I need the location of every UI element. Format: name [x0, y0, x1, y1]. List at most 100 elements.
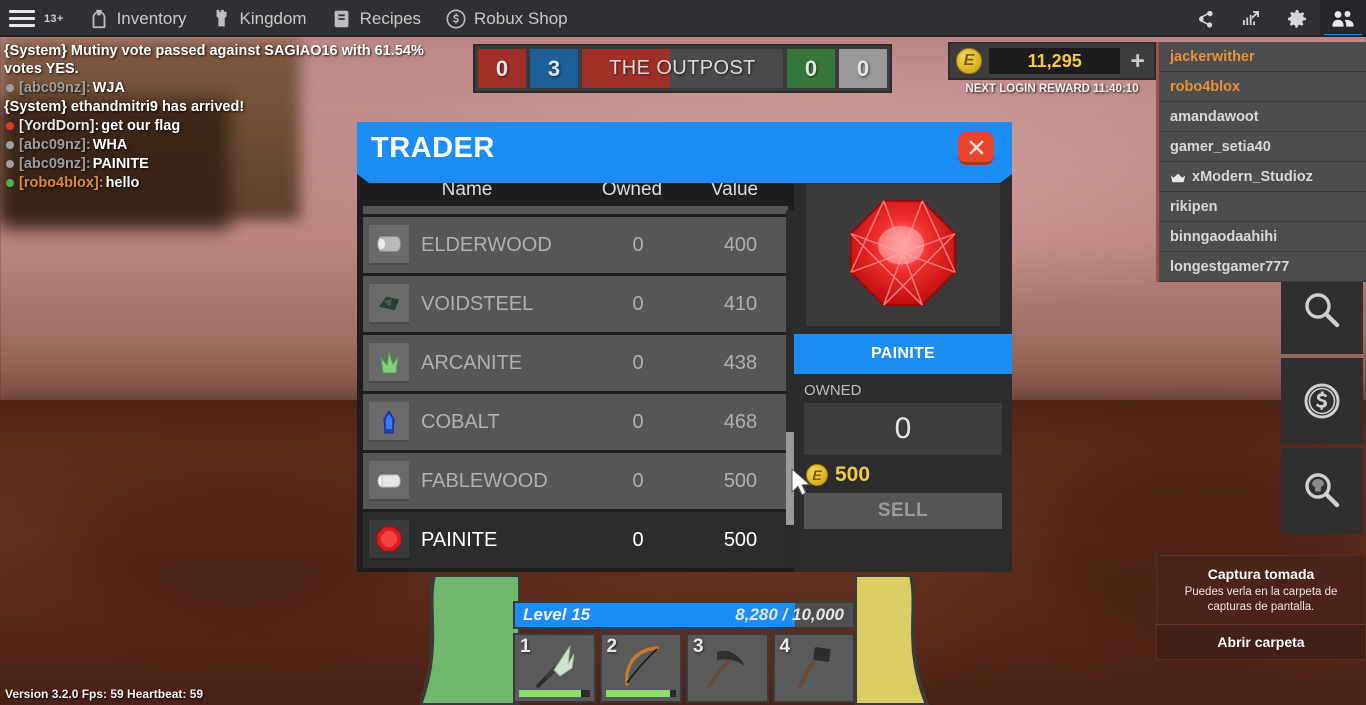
chat-message: hello	[105, 175, 140, 191]
screenshot-toast: Captura tomada Puedes verla en la carpet…	[1156, 555, 1366, 660]
chat-text: [abc09nz]: WJA	[19, 79, 434, 97]
player-name: amandawoot	[1170, 108, 1259, 125]
chat-status-dot	[6, 84, 14, 92]
player-list-item[interactable]: jackerwither	[1159, 42, 1366, 72]
item-owned: 0	[632, 469, 644, 492]
currency-display: E 11,295 + NEXT LOGIN REWARD 11:40:10	[948, 42, 1156, 95]
player-name: xModern_Studioz	[1192, 168, 1313, 185]
outpost-scoreboard: 0 3 THE OUTPOST 0 0	[473, 44, 892, 93]
table-row[interactable]: FABLEWOOD 0 500	[363, 453, 788, 509]
trader-body: Name Owned Value ELDERWOOD 0 400 VOIDSTE…	[357, 174, 1012, 572]
nav-item-robux-shop[interactable]: Robux Shop	[433, 0, 580, 37]
item-price: 500	[835, 463, 871, 486]
next-login-reward-text: NEXT LOGIN REWARD 11:40:10	[965, 83, 1139, 95]
score-grey: 0	[839, 49, 887, 88]
axe-icon	[786, 638, 842, 699]
version-status-text: Version 3.2.0 Fps: 59 Heartbeat: 59	[5, 687, 204, 701]
hotbar-slot-number: 2	[606, 636, 618, 657]
chat-status-dot	[6, 141, 14, 149]
chat-author: [abc09nz]:	[19, 137, 91, 153]
table-row[interactable]: COBALT 0 468	[363, 394, 788, 450]
trader-item-list-panel: Name Owned Value ELDERWOOD 0 400 VOIDSTE…	[357, 174, 794, 572]
experience-bar: Level 15 8,280 / 10,000	[513, 601, 855, 629]
table-row[interactable]: ARCANITE 0 438	[363, 335, 788, 391]
scroll-icon	[331, 8, 353, 30]
age-rating-badge: 13+	[44, 12, 64, 25]
hamburger-icon[interactable]	[0, 0, 44, 37]
player-list-item[interactable]: amandawoot	[1159, 102, 1366, 132]
share-icon[interactable]	[1182, 0, 1228, 37]
table-row[interactable]	[363, 206, 788, 214]
item-owned: 0	[632, 351, 644, 374]
backpack-icon	[88, 8, 110, 30]
chat-message: WJA	[92, 80, 125, 96]
player-list-item[interactable]: rikipen	[1159, 192, 1366, 222]
chat-line: [abc09nz]: WJA	[4, 79, 434, 97]
player-list-item[interactable]: binngaodaahihi	[1159, 222, 1366, 252]
level-label: Level 15	[523, 605, 591, 624]
trader-detail-panel: PAINITE OWNED 0 E 500 SELL	[794, 174, 1012, 572]
log-icon	[369, 225, 409, 265]
table-row[interactable]: ELDERWOOD 0 400	[363, 217, 788, 273]
crystal-green-icon	[369, 343, 409, 383]
chat-author: [abc09nz]:	[19, 80, 91, 96]
player-name: jackerwither	[1170, 48, 1255, 65]
castle-tower-icon	[211, 8, 233, 30]
dollar-coin-icon[interactable]	[1281, 358, 1363, 444]
players-icon[interactable]	[1320, 0, 1366, 37]
outpost-title: THE OUTPOST	[609, 57, 756, 79]
score-green: 0	[787, 49, 835, 88]
item-value: 500	[723, 528, 758, 551]
crystal-blue-icon	[369, 402, 409, 442]
item-owned: 0	[632, 292, 644, 315]
hotbar-slot-3[interactable]: 3	[686, 633, 769, 703]
e-coin-icon: E	[956, 48, 982, 74]
topbar-right-group	[1182, 0, 1366, 37]
item-owned: 0	[632, 233, 644, 256]
outpost-capture-bar: THE OUTPOST	[582, 49, 783, 88]
item-name: FABLEWOOD	[421, 469, 548, 492]
add-currency-button[interactable]: +	[1127, 48, 1148, 74]
hotbar-slot-number: 3	[693, 636, 704, 657]
close-icon[interactable]	[958, 132, 994, 165]
trader-item-list[interactable]: ELDERWOOD 0 400 VOIDSTEEL 0 410 ARCANITE…	[357, 206, 794, 572]
owned-quantity-field[interactable]: 0	[804, 403, 1002, 455]
item-preview	[806, 184, 1000, 326]
player-list-item[interactable]: robo4blox	[1159, 72, 1366, 102]
table-row[interactable]: VOIDSTEEL 0 410	[363, 276, 788, 332]
player-name: robo4blox	[1170, 78, 1241, 95]
chat-author: [abc09nz]:	[19, 156, 91, 172]
price-row: E 500	[794, 455, 1012, 493]
score-red: 0	[478, 49, 526, 88]
scrollbar[interactable]	[786, 210, 794, 568]
item-name: ARCANITE	[421, 351, 523, 374]
nav-label-kingdom: Kingdom	[239, 8, 307, 28]
gem-red-icon	[369, 520, 409, 560]
chat-message: WHA	[92, 137, 128, 153]
player-list-item[interactable]: gamer_setia40	[1159, 132, 1366, 162]
hotbar-slot-2[interactable]: 2	[599, 633, 682, 703]
item-owned: 0	[632, 528, 644, 551]
player-list: jackerwither robo4blox amandawoot gamer_…	[1156, 42, 1366, 282]
team-banner-yellow	[853, 573, 955, 705]
score-blue: 3	[530, 49, 578, 88]
sell-button[interactable]: SELL	[804, 493, 1002, 529]
hotbar-slot-1[interactable]: 1	[513, 633, 596, 703]
table-row[interactable]: PAINITE 0 500	[363, 512, 788, 568]
chat-line: {System} Mutiny vote passed against SAGI…	[4, 42, 434, 78]
hotbar-slot-4[interactable]: 4	[772, 633, 855, 703]
topbar-underline	[0, 35, 1366, 37]
nav-item-inventory[interactable]: Inventory	[76, 0, 199, 37]
gear-icon[interactable]	[1274, 0, 1320, 37]
chart-icon[interactable]	[1228, 0, 1274, 37]
open-folder-button[interactable]: Abrir carpeta	[1157, 624, 1365, 659]
currency-frame: E 11,295 +	[948, 42, 1156, 80]
player-list-item[interactable]: xModern_Studioz	[1159, 162, 1366, 192]
tree-magnifier-icon[interactable]	[1281, 448, 1363, 534]
player-list-item[interactable]: longestgamer777	[1159, 252, 1366, 282]
item-value: 468	[723, 410, 758, 433]
player-name: gamer_setia40	[1170, 138, 1271, 155]
chat-line: {System} ethandmitri9 has arrived!	[4, 98, 434, 116]
nav-item-recipes[interactable]: Recipes	[319, 0, 433, 37]
nav-item-kingdom[interactable]: Kingdom	[199, 0, 319, 37]
